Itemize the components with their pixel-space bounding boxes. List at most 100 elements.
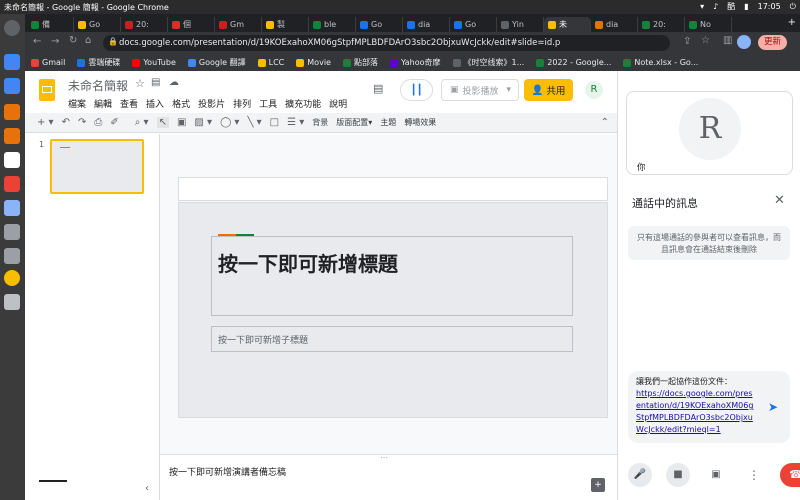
move-icon[interactable]: ▤ [151,77,160,88]
chrome-icon[interactable] [4,270,20,286]
menu-item[interactable]: 工具 [259,97,277,110]
comment-icon[interactable]: □ [270,117,279,128]
tab[interactable]: Yin [497,17,544,32]
more-options-icon[interactable]: ⋮ [742,463,766,487]
docs-icon-2[interactable] [4,78,20,94]
redo-icon[interactable]: ↷ [78,117,86,128]
power-icon[interactable]: ⏻ [790,2,796,12]
paint-format-icon[interactable]: ✐ [110,117,118,128]
menu-item[interactable]: 投影片 [198,97,225,110]
slides-logo-icon[interactable] [39,79,55,101]
bookmark-item[interactable]: 雲端硬碟 [77,57,120,68]
line-icon[interactable]: ╲ ▾ [247,117,261,128]
bookmark-item[interactable]: Movie [296,58,331,67]
align-icon[interactable]: ☰ ▾ [287,117,304,128]
select-icon[interactable]: ↖ [156,117,169,128]
collapse-icon[interactable]: ⌃ [601,117,609,128]
forward-icon[interactable]: → [51,36,59,47]
bookmark-star-icon[interactable]: ☆ [701,35,710,46]
tab[interactable]: 製 [262,17,309,32]
speaker-notes[interactable]: ⋯ 按一下即可新增演講者備忘稿 + [160,453,617,500]
tab[interactable]: Go [450,17,497,32]
menu-item[interactable]: 插入 [146,97,164,110]
bookmark-item[interactable]: 點部落 [342,57,378,68]
mic-off-icon[interactable]: 🎤 [628,463,652,487]
share-page-icon[interactable]: ⇪ [683,36,691,47]
bookmark-item[interactable]: Note.xlsx - Go... [623,58,698,67]
slides-icon[interactable] [4,104,20,120]
tab[interactable]: dia [403,17,450,32]
message-input[interactable]: 讓我們一起協作這份文件： https://docs.google.com/pre… [628,371,790,443]
tab[interactable]: Go [74,17,121,32]
bookmark-item[interactable]: Gmail [31,58,65,67]
new-tab-button[interactable]: + [788,17,796,28]
doc-title[interactable]: 未命名簡報 [68,77,128,94]
reload-icon[interactable]: ↻ [69,35,77,46]
dash-icon[interactable] [4,20,20,36]
clock[interactable]: 17:05 [758,2,781,11]
slide-thumbnail[interactable] [50,139,144,194]
app-icon[interactable] [4,176,20,192]
meet-button[interactable]: ┃┃ [400,79,433,101]
menu-item[interactable]: 檔案 [68,97,86,110]
explore-icon[interactable]: + [591,478,605,492]
image-icon[interactable]: ▨ ▾ [194,117,212,128]
present-button[interactable]: ▣ 投影播放 ▾ [441,79,519,101]
subtitle-placeholder[interactable]: 按一下即可新增子標題 [211,326,573,352]
textbox-icon[interactable]: ▣ [177,117,186,128]
tab[interactable]: 20: [121,17,168,32]
menu-item[interactable]: 編輯 [94,97,112,110]
menu-item[interactable]: 排列 [233,97,251,110]
grid-view-icon[interactable] [39,480,67,482]
new-slide-icon[interactable]: + ▾ [37,117,54,128]
tab[interactable]: Gm [215,17,262,32]
account-avatar[interactable]: R [585,81,603,99]
menu-item[interactable]: 說明 [329,97,347,110]
undo-icon[interactable]: ↶ [62,117,70,128]
tab[interactable]: No [685,17,732,32]
profile-avatar[interactable] [737,35,751,49]
shape-icon[interactable]: ◯ ▾ [220,117,239,128]
tab[interactable]: 未 [544,17,591,32]
home-icon[interactable]: ⌂ [85,35,91,46]
layout-button[interactable]: 版面配置▾ [336,117,372,128]
update-button[interactable]: 更新 [758,35,788,50]
star-icon[interactable]: ☆ [135,77,145,90]
trash-icon[interactable] [4,294,20,310]
bookmark-item[interactable]: YouTube [132,58,176,67]
print-icon[interactable]: ⎙ [94,117,102,128]
menu-item[interactable]: 擴充功能 [285,97,321,110]
ime-icon[interactable]: 酷 [727,1,735,12]
wifi-icon[interactable]: ▾ [700,2,704,11]
sidepanel-icon[interactable]: ▥ [723,35,732,46]
volume-icon[interactable]: ♪ [713,2,718,11]
bookmark-item[interactable]: 《时空线索》1... [452,57,524,68]
tab[interactable]: dia [591,17,638,32]
menu-item[interactable]: 格式 [172,97,190,110]
close-icon[interactable]: ✕ [774,193,785,208]
docs-icon[interactable] [4,54,20,70]
tab[interactable]: 備 [27,17,74,32]
notes-drag-handle[interactable]: ⋯ [380,453,388,462]
slide-canvas[interactable]: 按一下即可新增標題 按一下即可新增子標題 [178,202,608,418]
disk-icon[interactable] [4,200,20,216]
message-link[interactable]: https://docs.google.com/presentation/d/1… [636,388,754,436]
send-icon[interactable]: ➤ [768,400,778,414]
title-placeholder[interactable]: 按一下即可新增標題 [211,234,573,316]
tab[interactable]: Go [356,17,403,32]
end-call-icon[interactable]: ☎ [780,463,800,487]
tab[interactable]: 個 [168,17,215,32]
disk-icon-3[interactable] [4,248,20,264]
zoom-icon[interactable]: ⌕ ▾ [135,117,149,128]
background-button[interactable]: 背景 [312,117,328,128]
comment-history-icon[interactable]: ▤ [373,82,383,95]
address-bar[interactable]: 🔒 docs.google.com/presentation/d/19KOExa… [103,35,670,51]
amazon-icon[interactable] [4,152,20,168]
bookmark-item[interactable]: LCC [257,58,284,67]
share-button[interactable]: 👤 共用 [524,79,573,101]
collapse-filmstrip-icon[interactable]: ‹ [145,483,149,494]
transition-button[interactable]: 轉場效果 [404,117,436,128]
tab[interactable]: 20: [638,17,685,32]
camera-off-icon[interactable]: ■ [666,463,690,487]
bookmark-item[interactable]: Google 翻譯 [187,57,246,68]
